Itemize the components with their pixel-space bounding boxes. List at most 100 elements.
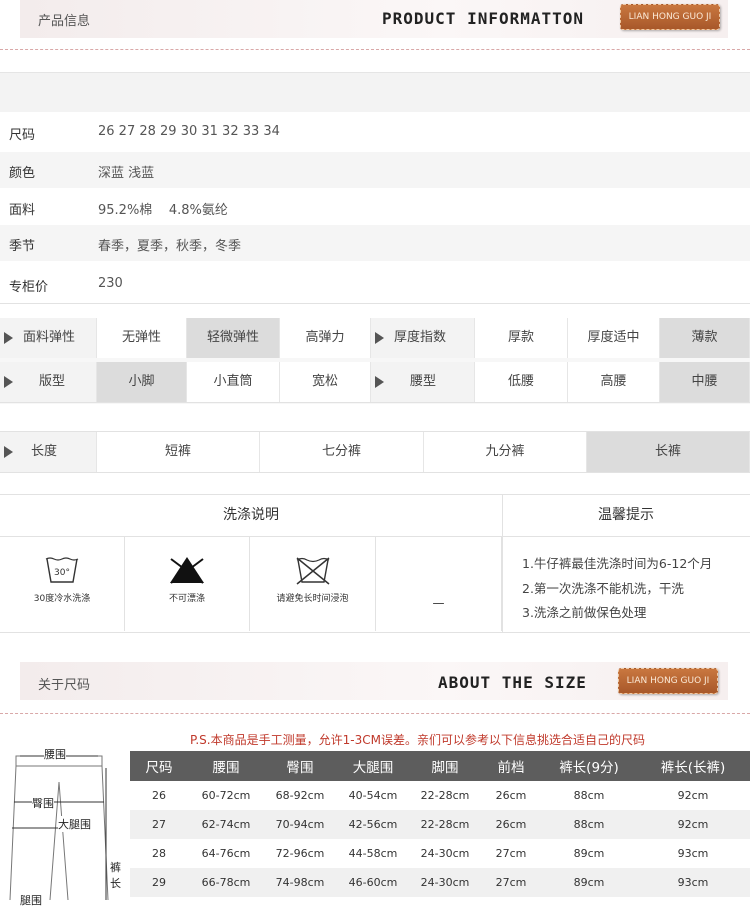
attr-value: 230 (98, 276, 123, 291)
elasticity-option: 高弹力 (280, 318, 371, 358)
info-top-bar (0, 72, 750, 112)
elasticity-option: 无弹性 (97, 318, 187, 358)
tip-item: 2.第一次洗涤不能机洗，干洗 (522, 581, 684, 596)
attr-row-color: 颜色 深蓝 浅蓝 (0, 152, 750, 188)
attr-value: 95.2%棉 4.8%氨纶 (98, 203, 228, 218)
table-cell: 46-60cm (336, 868, 410, 897)
column-header: 裤长(9分) (542, 751, 636, 781)
option-heading: 腰型 (410, 374, 437, 389)
divider (0, 303, 750, 304)
column-header: 大腿围 (336, 751, 410, 781)
diagram-label: 腰围 (44, 746, 66, 762)
table-cell: 22-28cm (420, 789, 470, 802)
table-cell: 88cm (573, 789, 605, 802)
column-header: 脚围 (410, 751, 480, 781)
table-cell: 24-30cm (410, 868, 480, 897)
tips-title: 温馨提示 (598, 507, 654, 523)
length-option: 短裤 (97, 432, 260, 472)
option-heading: 面料弹性 (23, 330, 76, 345)
option-heading: 长度 (31, 444, 58, 459)
table-row: 26 60-72cm 68-92cm 40-54cm 22-28cm 26cm … (130, 781, 750, 810)
attr-key: 颜色 (9, 166, 36, 181)
table-cell: 40-54cm (348, 789, 398, 802)
triangle-icon (4, 331, 13, 344)
diagram-label: 臀围 (32, 795, 54, 811)
diagram-label: 裤长 (110, 860, 124, 892)
waist-option: 高腰 (568, 362, 660, 402)
product-info-banner: 产品信息 PRODUCT INFORMATTON LIAN HONG GUO J… (20, 0, 728, 38)
table-cell: 70-94cm (264, 810, 336, 839)
table-cell: 26 (152, 789, 166, 802)
waist-label: 腰型 (371, 362, 475, 402)
attr-key: 专柜价 (9, 280, 49, 295)
table-cell: 62-74cm (188, 810, 264, 839)
table-row: 27 62-74cm 70-94cm 42-56cm 22-28cm 26cm … (130, 810, 750, 839)
table-cell: 28 (152, 847, 166, 860)
table-cell: 44-58cm (348, 847, 398, 860)
attr-row-price: 专柜价 230 (0, 266, 750, 302)
waist-option-selected: 中腰 (660, 362, 750, 402)
brand-tag: LIAN HONG GUO JI (620, 4, 720, 30)
attr-value: 春季，夏季，秋季，冬季 (98, 239, 242, 254)
table-cell: 26cm (495, 789, 527, 802)
dashed-divider (0, 49, 750, 50)
table-cell: 29 (130, 868, 188, 897)
attr-row-season: 季节 春季，夏季，秋季，冬季 (0, 225, 750, 261)
dashed-divider (0, 713, 750, 714)
table-cell: 72-96cm (275, 847, 325, 860)
length-option: 七分裤 (260, 432, 424, 472)
table-cell: 27cm (480, 868, 542, 897)
table-cell: 74-98cm (264, 868, 336, 897)
table-cell: 22-28cm (410, 810, 480, 839)
triangle-icon (375, 375, 384, 388)
wash-label: 30度冷水洗涤 (33, 594, 91, 604)
waist-option: 低腰 (475, 362, 568, 402)
wash-item-empty: — (376, 537, 502, 631)
table-cell: 66-78cm (188, 868, 264, 897)
table-row: 29 66-78cm 74-98cm 46-60cm 24-30cm 27cm … (130, 868, 750, 897)
thickness-option: 厚度适中 (568, 318, 660, 358)
size-note: P.S.本商品是手工测量，允许1-3CM误差。亲们可以参考以下信息挑选合适自己的… (190, 733, 645, 747)
table-cell: 60-72cm (201, 789, 251, 802)
table-cell: 88cm (542, 810, 636, 839)
thickness-option: 厚款 (475, 318, 568, 358)
option-heading: 厚度指数 (394, 330, 447, 345)
brand-tag: LIAN HONG GUO JI (618, 668, 718, 694)
about-size-banner: 关于尺码 ABOUT THE SIZE LIAN HONG GUO JI (20, 662, 728, 700)
divider (0, 632, 750, 633)
table-cell: 27cm (495, 847, 527, 860)
fit-option: 小直筒 (187, 362, 280, 402)
wash-30-icon: 30° (45, 557, 79, 583)
table-cell: 42-56cm (336, 810, 410, 839)
elasticity-option-selected: 轻微弹性 (187, 318, 280, 358)
tip-item: 3.洗涤之前做保色处理 (522, 605, 647, 620)
table-cell: 92cm (677, 789, 709, 802)
column-header: 裤长(长裤) (636, 751, 750, 781)
section-title-cn: 关于尺码 (38, 678, 91, 693)
table-row: 28 64-76cm 72-96cm 44-58cm 24-30cm 27cm … (130, 839, 750, 868)
table-header-row: 尺码 腰围 臀围 大腿围 脚围 前档 裤长(9分) 裤长(长裤) (130, 751, 750, 781)
wash-item: 30° 30度冷水洗涤 (0, 537, 125, 631)
attr-value: 26 27 28 29 30 31 32 33 34 (98, 124, 280, 139)
attr-row-fabric: 面料 95.2%棉 4.8%氨纶 (0, 189, 750, 225)
table-cell: 24-30cm (420, 847, 470, 860)
divider (0, 472, 750, 473)
table-cell: 89cm (573, 847, 605, 860)
length-option: 九分裤 (424, 432, 587, 472)
wash-label: 请避免长时间浸泡 (276, 594, 349, 604)
table-cell: 27 (130, 810, 188, 839)
length-option-selected: 长裤 (587, 432, 750, 472)
thickness-option-selected: 薄款 (660, 318, 750, 358)
fit-option: 宽松 (280, 362, 371, 402)
wash-label: 不可漂涤 (168, 594, 205, 604)
table-cell: 92cm (636, 810, 750, 839)
fit-option-selected: 小脚 (97, 362, 187, 402)
pants-diagram: 腰围 臀围 大腿围 裤长 腿围 (0, 742, 130, 908)
divider (0, 402, 750, 403)
wash-title: 洗涤说明 (223, 507, 279, 523)
section-title-en: PRODUCT INFORMATTON (382, 9, 585, 28)
table-cell: 93cm (636, 868, 750, 897)
table-cell: 26cm (480, 810, 542, 839)
no-soak-icon (296, 557, 329, 585)
column-header: 腰围 (188, 751, 264, 781)
